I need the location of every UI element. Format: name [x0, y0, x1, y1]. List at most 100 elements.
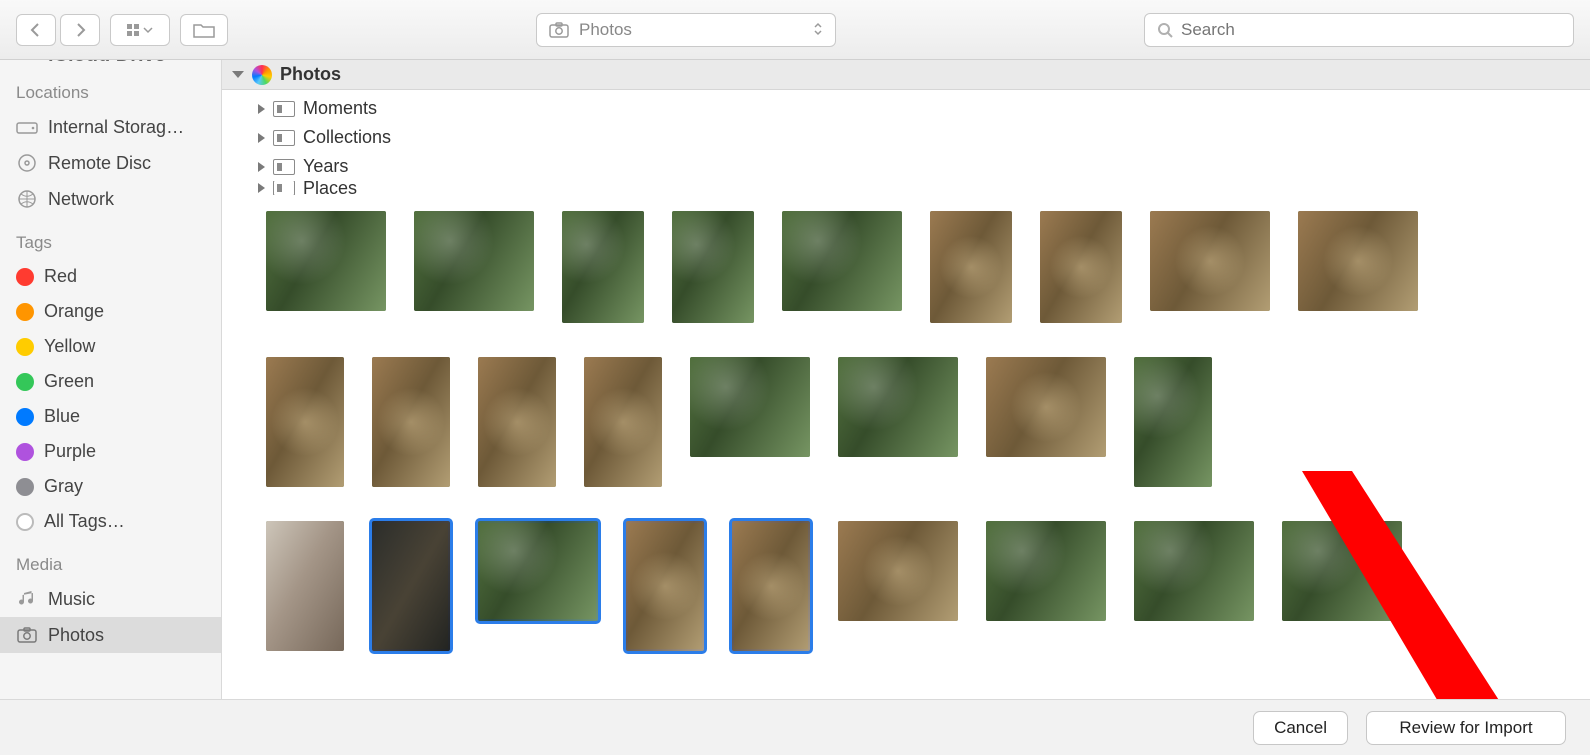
thumbnail-image [1040, 211, 1122, 323]
sidebar-tag-red[interactable]: Red [0, 259, 221, 294]
photo-thumbnail[interactable] [732, 521, 810, 651]
disclosure-down-icon [232, 71, 244, 78]
photo-thumbnail[interactable] [584, 357, 662, 487]
sidebar-item-label: Photos [48, 625, 104, 646]
album-icon [273, 159, 295, 175]
disclosure-right-icon [258, 162, 265, 172]
tree-item-moments[interactable]: Moments [222, 94, 1590, 123]
sidebar-tag-yellow[interactable]: Yellow [0, 329, 221, 364]
sidebar-item-music[interactable]: Music [0, 581, 221, 617]
sidebar-tag-orange[interactable]: Orange [0, 294, 221, 329]
sidebar-item-network[interactable]: Network [0, 181, 221, 217]
tree-item-collections[interactable]: Collections [222, 123, 1590, 152]
nav-buttons [16, 14, 100, 46]
photo-thumbnail[interactable] [414, 211, 534, 311]
new-folder-button[interactable] [180, 14, 228, 46]
grid-row [232, 521, 1574, 651]
photo-thumbnail[interactable] [372, 521, 450, 651]
search-icon [1157, 22, 1173, 38]
thumbnail-image [1282, 521, 1402, 621]
sidebar-item-internal-storage[interactable]: Internal Storag… [0, 109, 221, 145]
sidebar-tag-blue[interactable]: Blue [0, 399, 221, 434]
tag-dot-icon [16, 513, 34, 531]
tree-item-years[interactable]: Years [222, 152, 1590, 181]
photos-app-icon [252, 65, 272, 85]
photo-grid[interactable] [222, 203, 1590, 699]
thumbnail-image [626, 521, 704, 651]
sidebar-tag-gray[interactable]: Gray [0, 469, 221, 504]
tag-dot-icon [16, 408, 34, 426]
photo-thumbnail[interactable] [562, 211, 644, 323]
search-input[interactable] [1181, 20, 1561, 40]
disclosure-right-icon [258, 133, 265, 143]
tag-dot-icon [16, 443, 34, 461]
photo-thumbnail[interactable] [930, 211, 1012, 323]
tree-item-partial[interactable]: Places [222, 181, 1590, 195]
thumbnail-image [1150, 211, 1270, 311]
photo-thumbnail[interactable] [478, 357, 556, 487]
sidebar-top-clipped-item[interactable]: iCloud Drive [0, 60, 221, 77]
sidebar-item-label: Blue [44, 406, 80, 427]
photo-thumbnail[interactable] [266, 211, 386, 311]
sidebar-tag-purple[interactable]: Purple [0, 434, 221, 469]
thumbnail-image [478, 521, 598, 621]
thumbnail-image [1134, 357, 1212, 487]
sidebar-item-remote-disc[interactable]: Remote Disc [0, 145, 221, 181]
sidebar-tag-green[interactable]: Green [0, 364, 221, 399]
photo-thumbnail[interactable] [672, 211, 754, 323]
photo-thumbnail[interactable] [626, 521, 704, 651]
photo-thumbnail[interactable] [1298, 211, 1418, 311]
tree-item-label: Years [303, 156, 348, 177]
photo-thumbnail[interactable] [1150, 211, 1270, 311]
sidebar-item-label: Network [48, 189, 114, 210]
photo-thumbnail[interactable] [1134, 521, 1254, 621]
tree-root[interactable]: Photos [222, 60, 1590, 90]
photo-thumbnail[interactable] [1134, 357, 1212, 487]
photo-thumbnail[interactable] [838, 521, 958, 621]
chevron-down-icon [143, 26, 153, 34]
disclosure-right-icon [258, 183, 265, 193]
search-field[interactable] [1144, 13, 1574, 47]
sidebar-section-tags: Tags [0, 227, 221, 259]
thumbnail-image [1134, 521, 1254, 621]
photo-thumbnail[interactable] [1040, 211, 1122, 323]
location-select[interactable]: Photos [536, 13, 836, 47]
photo-thumbnail[interactable] [690, 357, 810, 457]
sidebar-item-label: Internal Storag… [48, 117, 184, 138]
thumbnail-image [414, 211, 534, 311]
toolbar: Photos [0, 0, 1590, 60]
sidebar-item-photos[interactable]: Photos [0, 617, 221, 653]
photo-thumbnail[interactable] [986, 357, 1106, 457]
photo-thumbnail[interactable] [1282, 521, 1402, 621]
thumbnail-image [782, 211, 902, 311]
sidebar-item-label: Yellow [44, 336, 95, 357]
view-mode-button[interactable] [110, 14, 170, 46]
thumbnail-image [672, 211, 754, 323]
sidebar-tag-all-tags-[interactable]: All Tags… [0, 504, 221, 539]
thumbnail-image [266, 357, 344, 487]
bottom-bar: Cancel Review for Import [0, 699, 1590, 755]
disclosure-right-icon [258, 104, 265, 114]
sidebar-section-locations: Locations [0, 77, 221, 109]
chevron-right-icon [74, 23, 86, 37]
select-chevrons-icon [813, 21, 823, 39]
forward-button[interactable] [60, 14, 100, 46]
tag-dot-icon [16, 338, 34, 356]
folder-icon [193, 22, 215, 38]
photo-thumbnail[interactable] [372, 357, 450, 487]
photo-thumbnail[interactable] [266, 357, 344, 487]
photo-thumbnail[interactable] [266, 521, 344, 651]
cancel-button[interactable]: Cancel [1253, 711, 1348, 745]
sidebar-item-label: Music [48, 589, 95, 610]
camera-icon [549, 22, 569, 38]
review-for-import-button[interactable]: Review for Import [1366, 711, 1566, 745]
photo-thumbnail[interactable] [478, 521, 598, 621]
photo-thumbnail[interactable] [838, 357, 958, 457]
grid-row [232, 357, 1574, 487]
photo-thumbnail[interactable] [986, 521, 1106, 621]
sidebar-item-label: Purple [44, 441, 96, 462]
back-button[interactable] [16, 14, 56, 46]
photo-thumbnail[interactable] [782, 211, 902, 311]
tag-dot-icon [16, 268, 34, 286]
album-icon [273, 181, 295, 195]
